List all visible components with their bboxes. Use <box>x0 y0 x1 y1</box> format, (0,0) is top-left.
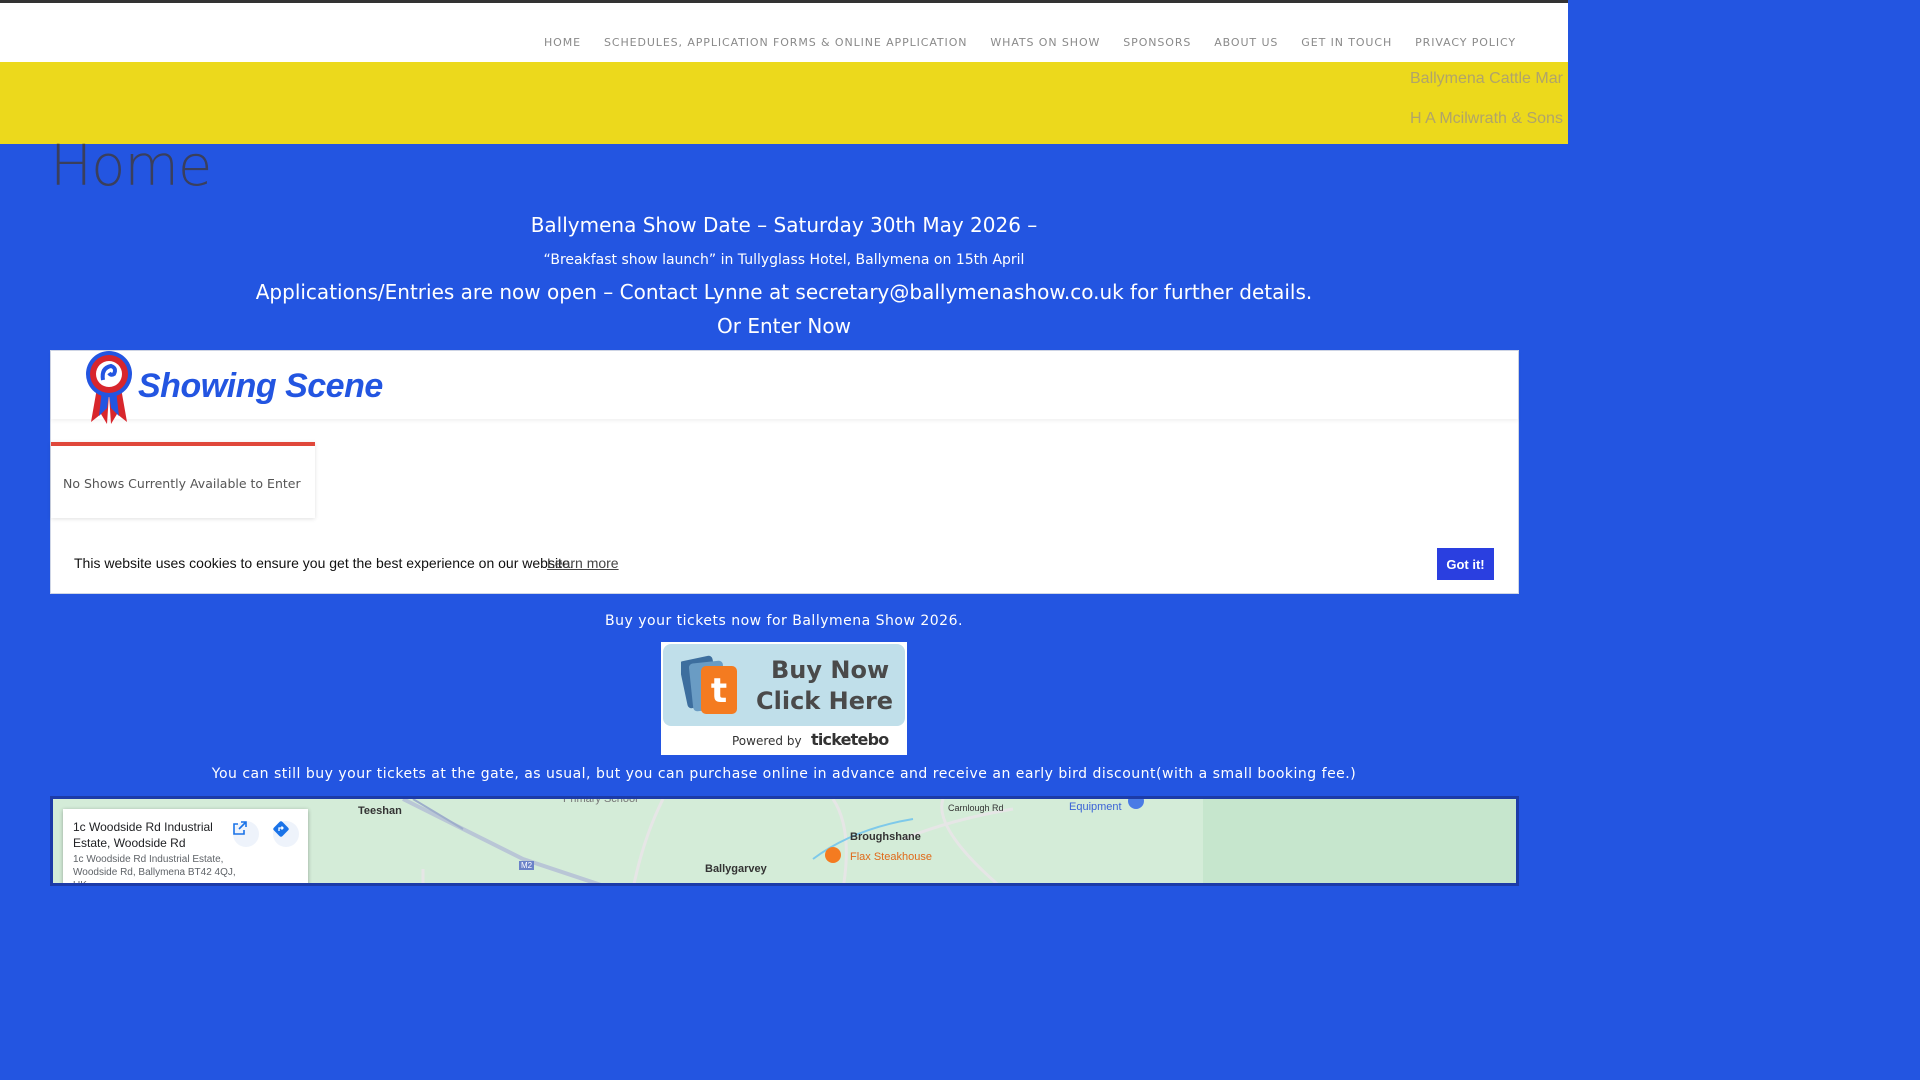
ticketebo-logo: ticketebo <box>811 730 889 749</box>
page-title: Home <box>50 134 212 199</box>
rosette-icon <box>86 351 132 424</box>
location-map[interactable]: Teeshan Broughshane Ballygarvey Flax Ste… <box>50 796 1519 886</box>
map-label-broughshane: Broughshane <box>850 831 921 843</box>
shows-card: No Shows Currently Available to Enter <box>51 442 315 518</box>
svg-text:t: t <box>711 671 727 711</box>
nav-whats-on-show[interactable]: WHATS ON SHOW <box>990 36 1100 49</box>
map-label-teeshan: Teeshan <box>358 805 402 817</box>
show-launch: “Breakfast show launch” in Tullyglass Ho… <box>543 252 1025 268</box>
powered-by-text: Powered by <box>732 734 802 748</box>
enter-now: Or Enter Now <box>717 314 851 338</box>
map-label-school: Primary School <box>563 796 638 805</box>
site-header: HOME SCHEDULES, APPLICATION FORMS & ONLI… <box>0 3 1568 62</box>
map-label-m2: M2 <box>519 861 535 870</box>
open-in-maps-icon[interactable] <box>233 821 259 847</box>
cookie-learn-more-link[interactable]: Learn more <box>547 555 619 571</box>
place-name: 1c Woodside Rd Industrial Estate, Woodsi… <box>73 820 213 850</box>
nav-schedules[interactable]: SCHEDULES, APPLICATION FORMS & ONLINE AP… <box>604 36 967 49</box>
widget-header: Showing Scene <box>51 351 1518 424</box>
show-date: Ballymena Show Date – Saturday 30th May … <box>530 213 1038 237</box>
nav-home[interactable]: HOME <box>544 36 581 49</box>
click-here-text: Click Here <box>756 687 894 715</box>
ticker-item[interactable]: Ballymena Cattle Mar <box>1410 70 1563 88</box>
cookie-accept-button[interactable]: Got it! <box>1437 548 1494 580</box>
tickets-intro: Buy your tickets now for Ballymena Show … <box>605 613 963 629</box>
gate-note: You can still buy your tickets at the ga… <box>211 766 1357 782</box>
showing-scene-logo[interactable]: Showing Scene <box>138 367 383 406</box>
ticker-item[interactable]: H A Mcilwrath & Sons <box>1410 110 1563 128</box>
map-label-carnlough-rd: Carnlough Rd <box>948 803 1004 813</box>
ticket-icon: t <box>681 655 737 714</box>
applications-open: Applications/Entries are now open – Cont… <box>255 280 1313 304</box>
map-label-equipment: Equipment <box>1069 801 1122 813</box>
nav-privacy-policy[interactable]: PRIVACY POLICY <box>1415 36 1516 49</box>
main-nav: HOME SCHEDULES, APPLICATION FORMS & ONLI… <box>544 36 1516 49</box>
nav-about-us[interactable]: ABOUT US <box>1214 36 1278 49</box>
showing-scene-widget: Showing Scene No Shows Currently Availab… <box>50 350 1519 594</box>
map-place-card: 1c Woodside Rd Industrial Estate, Woodsi… <box>63 809 308 886</box>
map-label-ballygarvey: Ballygarvey <box>705 863 767 875</box>
buy-tickets-banner[interactable]: t Buy Now Click Here Powered by ticketeb… <box>661 642 907 755</box>
no-shows-message: No Shows Currently Available to Enter <box>63 476 301 491</box>
buy-banner-panel: t Buy Now Click Here <box>663 644 905 726</box>
sponsor-ticker: Ballymena Cattle Mar H A Mcilwrath & Son… <box>0 62 1568 144</box>
map-label-flax-steakhouse[interactable]: Flax Steakhouse <box>850 851 932 863</box>
nav-sponsors[interactable]: SPONSORS <box>1123 36 1191 49</box>
nav-get-in-touch[interactable]: GET IN TOUCH <box>1301 36 1392 49</box>
cookie-message: This website uses cookies to ensure you … <box>74 555 574 571</box>
place-address: 1c Woodside Rd Industrial Estate, Woodsi… <box>73 854 236 886</box>
directions-icon[interactable] <box>273 821 299 847</box>
buy-now-text: Buy Now <box>771 656 890 684</box>
